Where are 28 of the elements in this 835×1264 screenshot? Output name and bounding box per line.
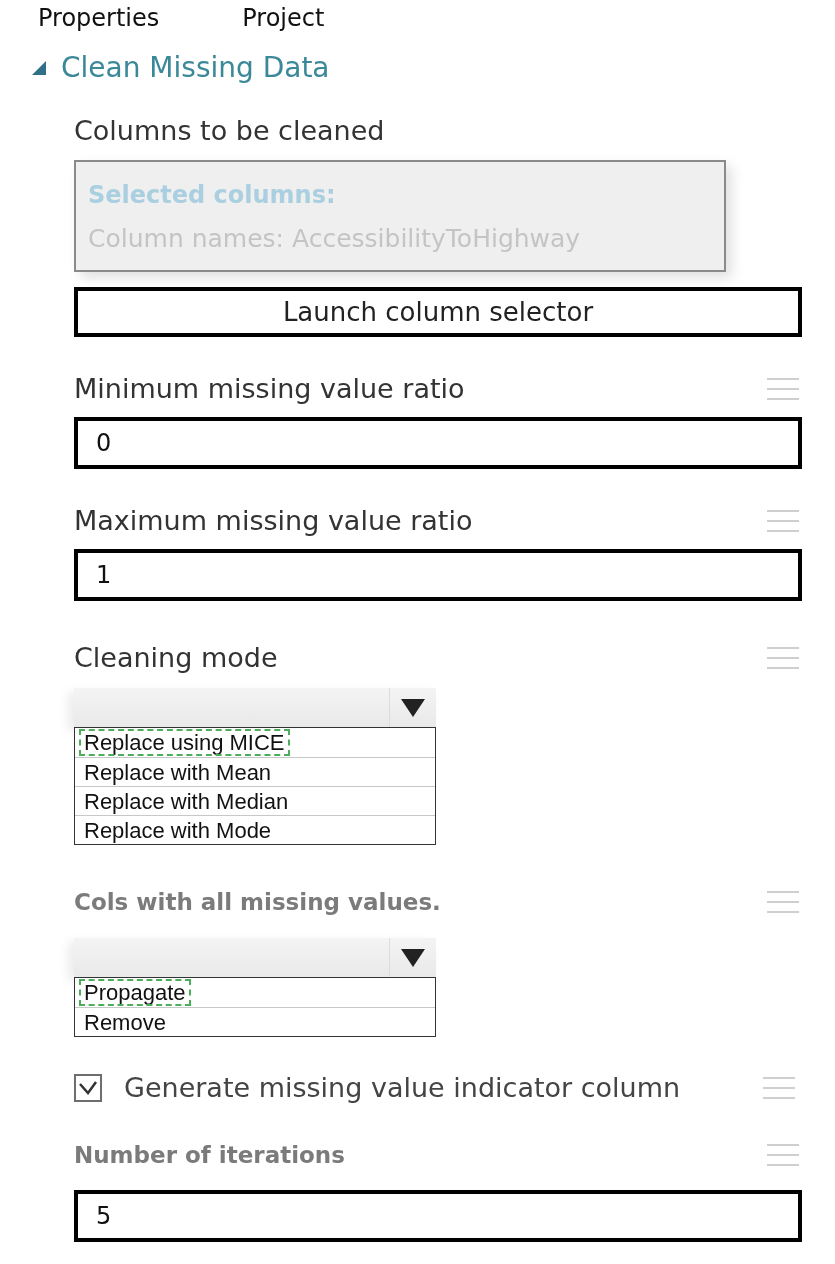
field-label: Cleaning mode <box>74 643 278 673</box>
field-label: Columns to be cleaned <box>74 116 385 146</box>
checkbox[interactable] <box>74 1074 102 1102</box>
launch-column-selector-button[interactable]: Launch column selector <box>74 287 802 337</box>
number-field[interactable]: 1 <box>74 549 802 601</box>
checkmark-icon <box>78 1080 98 1096</box>
caret-down-icon <box>400 947 426 968</box>
dropdown-option[interactable]: Replace with Median <box>75 786 435 815</box>
field-label: Number of iterations <box>74 1141 345 1170</box>
caret-down-icon <box>400 697 426 718</box>
tab[interactable]: Project <box>242 4 325 32</box>
expanded-triangle-icon[interactable] <box>31 60 47 76</box>
field-label: Maximum missing value ratio <box>74 506 473 536</box>
dropdown-option[interactable]: Replace with Mean <box>75 757 435 786</box>
dropdown-field[interactable] <box>74 688 436 727</box>
dropdown-option[interactable]: Replace with Mode <box>75 815 435 844</box>
dropdown-field[interactable] <box>74 938 436 977</box>
tab[interactable]: Properties <box>38 4 160 32</box>
field-label: Generate missing value indicator column <box>124 1073 681 1103</box>
selection-heading: Selected columns: <box>88 180 337 210</box>
dropdown-option[interactable]: Replace using MICE <box>75 728 435 757</box>
field-label: Minimum missing value ratio <box>74 374 465 404</box>
field-label: Cols with all missing values. <box>74 888 441 917</box>
dropdown-option[interactable]: Remove <box>75 1007 435 1036</box>
module-title: Clean Missing Data <box>61 50 330 86</box>
number-field[interactable]: 0 <box>74 417 802 469</box>
number-field[interactable]: 5 <box>74 1190 802 1242</box>
dropdown-option[interactable]: Propagate <box>75 978 435 1007</box>
